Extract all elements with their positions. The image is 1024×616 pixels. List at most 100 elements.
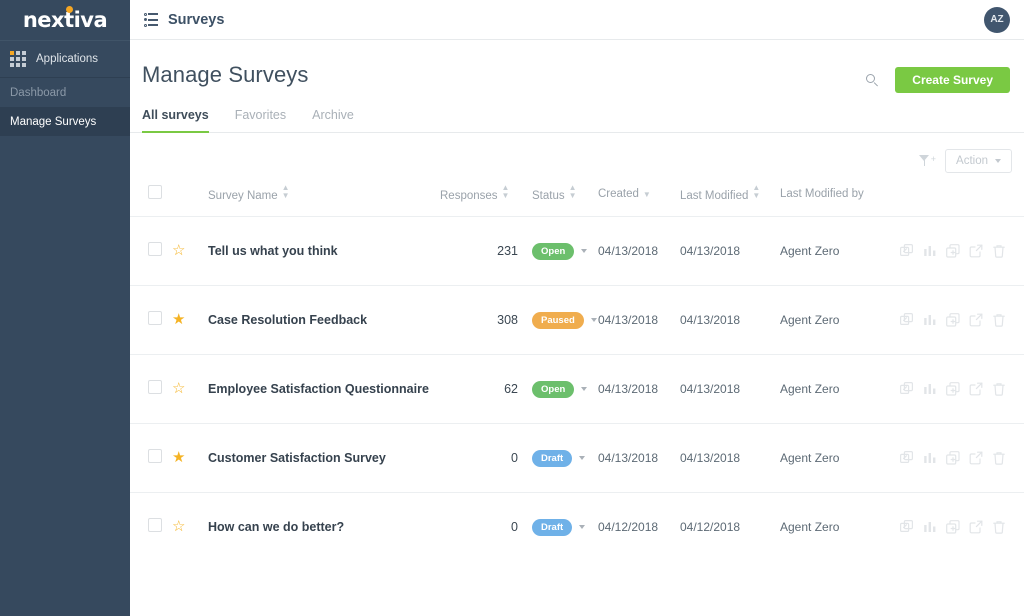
row-modified-by-cell: Agent Zero xyxy=(780,217,888,286)
row-created-cell: 04/13/2018 xyxy=(598,286,680,355)
sidebar-applications[interactable]: Applications xyxy=(0,40,130,78)
row-favorite-cell: ☆ xyxy=(172,493,208,562)
copy-link-icon[interactable] xyxy=(900,313,914,327)
favorite-star-icon[interactable]: ☆ xyxy=(172,519,185,534)
column-header-responses[interactable]: Responses▲▼ xyxy=(440,177,518,217)
content-area: Manage Surveys Create Survey All surveys… xyxy=(130,40,1024,616)
trash-icon[interactable] xyxy=(992,451,1006,465)
share-external-icon[interactable] xyxy=(969,451,983,465)
favorite-star-icon[interactable]: ★ xyxy=(172,450,185,465)
row-checkbox[interactable] xyxy=(148,518,162,532)
app-root: nextiva Applications Dashboard Manage Su… xyxy=(0,0,1024,616)
favorite-header xyxy=(172,177,208,217)
sidebar-item-dashboard[interactable]: Dashboard xyxy=(0,78,130,107)
bar-chart-icon[interactable] xyxy=(923,451,937,465)
row-checkbox[interactable] xyxy=(148,242,162,256)
row-created-cell: 04/13/2018 xyxy=(598,217,680,286)
status-chevron-down-icon[interactable] xyxy=(581,249,587,253)
trash-icon[interactable] xyxy=(992,520,1006,534)
column-header-status[interactable]: Status▲▼ xyxy=(518,177,598,217)
status-chevron-down-icon[interactable] xyxy=(579,456,585,460)
table-row[interactable]: ☆Employee Satisfaction Questionnaire62Op… xyxy=(130,355,1024,424)
row-checkbox[interactable] xyxy=(148,449,162,463)
status-chevron-down-icon[interactable] xyxy=(579,525,585,529)
bar-chart-icon[interactable] xyxy=(923,244,937,258)
bar-chart-icon[interactable] xyxy=(923,520,937,534)
row-name-cell: Employee Satisfaction Questionnaire xyxy=(208,355,440,424)
create-survey-button[interactable]: Create Survey xyxy=(895,67,1010,93)
row-status-cell: Draft xyxy=(518,493,598,562)
avatar[interactable]: AZ xyxy=(984,7,1010,33)
status-badge[interactable]: Draft xyxy=(532,450,572,467)
sidebar-item-label: Manage Surveys xyxy=(10,116,96,128)
column-label: Last Modified xyxy=(680,190,748,202)
modified-date: 04/13/2018 xyxy=(680,451,740,465)
sidebar-item-manage-surveys[interactable]: Manage Surveys xyxy=(0,107,130,136)
trash-icon[interactable] xyxy=(992,244,1006,258)
duplicate-icon[interactable] xyxy=(946,244,960,258)
row-actions xyxy=(888,313,1024,327)
row-checkbox[interactable] xyxy=(148,380,162,394)
trash-icon[interactable] xyxy=(992,382,1006,396)
row-select-cell xyxy=(130,493,172,562)
column-label: Status xyxy=(532,190,565,202)
row-actions-cell xyxy=(888,424,1024,493)
share-external-icon[interactable] xyxy=(969,244,983,258)
share-external-icon[interactable] xyxy=(969,313,983,327)
survey-name-link[interactable]: Employee Satisfaction Questionnaire xyxy=(208,382,429,396)
status-badge[interactable]: Draft xyxy=(532,519,572,536)
search-icon[interactable] xyxy=(866,74,879,87)
favorite-star-icon[interactable]: ☆ xyxy=(172,381,185,396)
tab-favorites[interactable]: Favorites xyxy=(235,108,286,133)
copy-link-icon[interactable] xyxy=(900,451,914,465)
favorite-star-icon[interactable]: ★ xyxy=(172,312,185,327)
copy-link-icon[interactable] xyxy=(900,520,914,534)
copy-link-icon[interactable] xyxy=(900,382,914,396)
row-created-cell: 04/13/2018 xyxy=(598,424,680,493)
add-filter-icon[interactable]: + xyxy=(919,154,933,168)
trash-icon[interactable] xyxy=(992,313,1006,327)
table-row[interactable]: ★Customer Satisfaction Survey0Draft04/13… xyxy=(130,424,1024,493)
status-badge[interactable]: Open xyxy=(532,243,574,260)
row-responses-cell: 308 xyxy=(440,286,518,355)
row-actions xyxy=(888,244,1024,258)
table-row[interactable]: ☆Tell us what you think231Open04/13/2018… xyxy=(130,217,1024,286)
survey-name-link[interactable]: Customer Satisfaction Survey xyxy=(208,451,386,465)
status-badge[interactable]: Open xyxy=(532,381,574,398)
duplicate-icon[interactable] xyxy=(946,382,960,396)
share-external-icon[interactable] xyxy=(969,520,983,534)
survey-name-link[interactable]: Tell us what you think xyxy=(208,244,338,258)
brand-logo[interactable]: nextiva xyxy=(0,0,130,40)
logo-text: nextiva xyxy=(23,8,107,32)
status-badge[interactable]: Paused xyxy=(532,312,584,329)
topbar-title: Surveys xyxy=(168,12,224,28)
favorite-star-icon[interactable]: ☆ xyxy=(172,243,185,258)
modified-date: 04/13/2018 xyxy=(680,382,740,396)
duplicate-icon[interactable] xyxy=(946,313,960,327)
status-chevron-down-icon[interactable] xyxy=(581,387,587,391)
row-checkbox[interactable] xyxy=(148,311,162,325)
bar-chart-icon[interactable] xyxy=(923,382,937,396)
row-actions-cell xyxy=(888,493,1024,562)
table-row[interactable]: ★ Case Resolution Feedback 308 Paused 04/13/… xyxy=(130,286,1024,355)
row-name-cell: Tell us what you think xyxy=(208,217,440,286)
row-actions-cell xyxy=(888,355,1024,424)
column-header-last-modified[interactable]: Last Modified▲▼ xyxy=(680,177,780,217)
tab-archive[interactable]: Archive xyxy=(312,108,354,133)
table-row[interactable]: ☆How can we do better?0Draft04/12/201804… xyxy=(130,493,1024,562)
tab-all-surveys[interactable]: All surveys xyxy=(142,108,209,133)
duplicate-icon[interactable] xyxy=(946,451,960,465)
action-dropdown-button[interactable]: Action xyxy=(945,149,1012,173)
bar-chart-icon[interactable] xyxy=(923,313,937,327)
sort-icon: ▲▼ xyxy=(282,184,290,200)
copy-link-icon[interactable] xyxy=(900,244,914,258)
row-select-cell xyxy=(130,355,172,424)
column-header-survey-name[interactable]: Survey Name▲▼ xyxy=(208,177,440,217)
select-all-checkbox[interactable] xyxy=(148,185,162,199)
column-header-created[interactable]: Created▼ xyxy=(598,177,680,217)
survey-name-link[interactable]: Case Resolution Feedback xyxy=(208,313,367,327)
survey-name-link[interactable]: How can we do better? xyxy=(208,520,344,534)
status-chevron-down-icon[interactable] xyxy=(591,318,597,322)
duplicate-icon[interactable] xyxy=(946,520,960,534)
share-external-icon[interactable] xyxy=(969,382,983,396)
